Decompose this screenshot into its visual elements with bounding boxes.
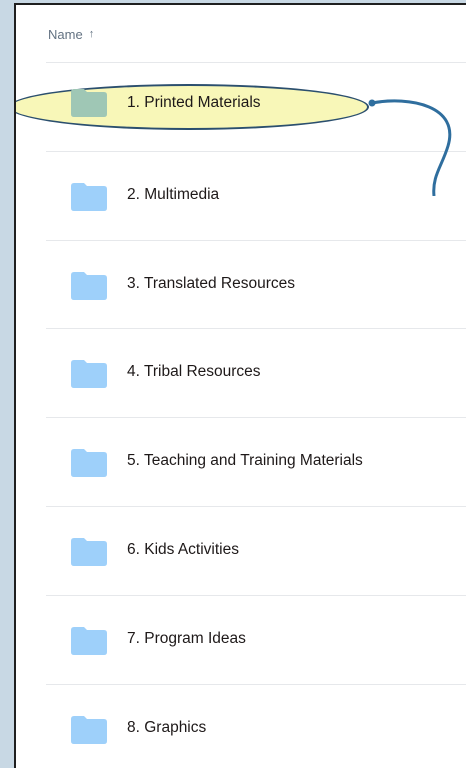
list-header: Name ↑ bbox=[16, 5, 466, 63]
folder-name: 4. Tribal Resources bbox=[127, 363, 261, 381]
sort-by-name-button[interactable]: Name ↑ bbox=[48, 27, 94, 42]
folder-name: 5. Teaching and Training Materials bbox=[127, 452, 363, 470]
folder-row-translated-resources[interactable]: 3. Translated Resources bbox=[16, 241, 466, 330]
folder-icon bbox=[71, 360, 107, 389]
folder-row-multimedia[interactable]: 2. Multimedia bbox=[16, 152, 466, 241]
folder-icon bbox=[71, 537, 107, 566]
folder-name: 8. Graphics bbox=[127, 718, 207, 736]
folder-name: 2. Multimedia bbox=[127, 185, 220, 203]
folder-row-printed-materials[interactable]: 1. Printed Materials bbox=[16, 63, 466, 152]
folder-icon bbox=[71, 89, 107, 117]
folder-name: 3. Translated Resources bbox=[127, 274, 296, 292]
page-background: Name ↑ 1. Printed Materials 2. Multimedi… bbox=[0, 0, 466, 768]
name-column-label: Name bbox=[48, 27, 83, 42]
folder-row-tribal-resources[interactable]: 4. Tribal Resources bbox=[16, 329, 466, 419]
file-list-panel: Name ↑ 1. Printed Materials 2. Multimedi… bbox=[14, 3, 466, 768]
folder-row-teaching-training[interactable]: 5. Teaching and Training Materials bbox=[16, 418, 466, 507]
folder-list: 1. Printed Materials 2. Multimedia 3. Tr… bbox=[16, 63, 466, 768]
arrow-up-icon: ↑ bbox=[88, 28, 95, 40]
folder-name: 1. Printed Materials bbox=[127, 94, 261, 111]
folder-icon bbox=[71, 715, 107, 744]
folder-name: 7. Program Ideas bbox=[127, 629, 246, 647]
folder-row-program-ideas[interactable]: 7. Program Ideas bbox=[16, 596, 466, 685]
folder-icon bbox=[71, 626, 107, 655]
folder-name: 6. Kids Activities bbox=[127, 540, 239, 558]
folder-icon bbox=[71, 182, 107, 211]
folder-icon bbox=[71, 271, 107, 300]
folder-row-graphics[interactable]: 8. Graphics bbox=[16, 685, 466, 768]
folder-icon bbox=[71, 449, 107, 478]
folder-row-kids-activities[interactable]: 6. Kids Activities bbox=[16, 507, 466, 596]
